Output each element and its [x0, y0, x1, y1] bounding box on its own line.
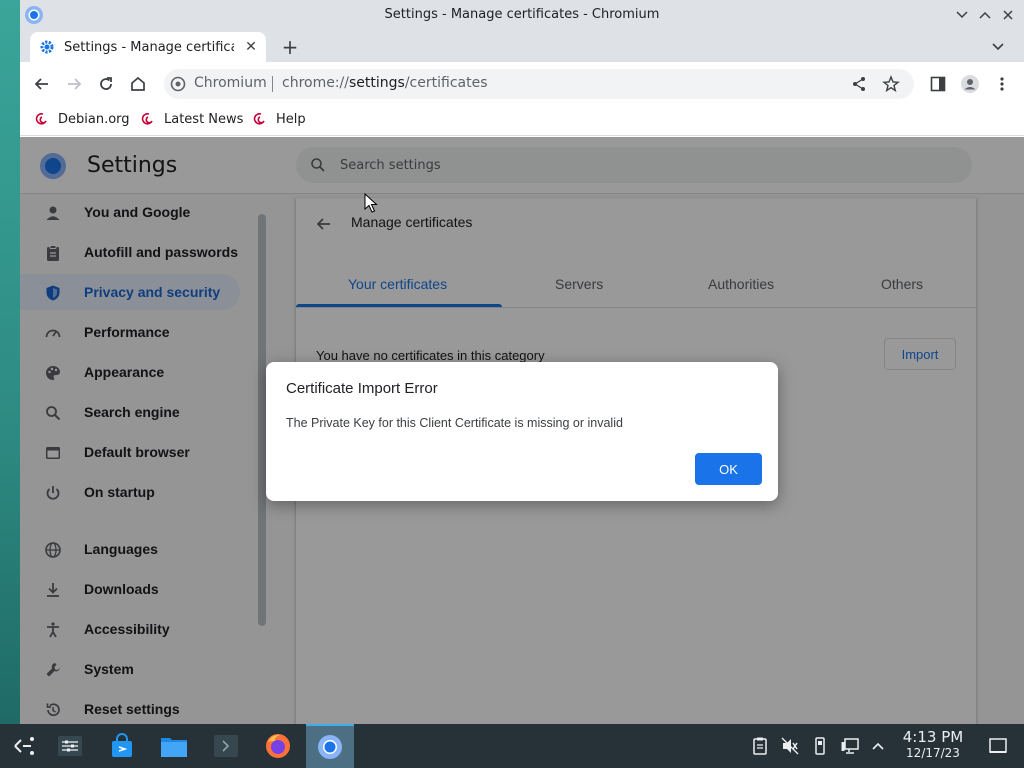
task-firefox[interactable] — [254, 724, 302, 768]
chevron-up-icon[interactable] — [868, 736, 888, 756]
clock-time: 4:13 PM — [902, 728, 964, 746]
application-launcher[interactable] — [0, 724, 48, 768]
reload-icon — [100, 77, 112, 90]
home-icon — [131, 76, 145, 91]
debian-swirl-icon — [35, 112, 47, 125]
reload-button[interactable] — [94, 72, 118, 96]
address-bar[interactable]: Chromium chrome://settings/certificates — [164, 69, 914, 99]
menu-button[interactable] — [990, 72, 1014, 96]
dialog-message: The Private Key for this Client Certific… — [286, 416, 623, 430]
close-icon — [1003, 10, 1013, 20]
task-discover[interactable] — [98, 724, 146, 768]
bookmark-label: Latest News — [164, 111, 244, 127]
firefox-icon — [266, 734, 290, 758]
url-scheme: chrome:// — [282, 75, 349, 91]
bookmark-star-icon[interactable] — [882, 75, 900, 93]
back-button[interactable] — [30, 72, 54, 96]
task-terminal[interactable] — [202, 724, 250, 768]
bookmark-label: Help — [276, 111, 306, 127]
site-chip: Chromium — [194, 75, 267, 91]
more-vert-icon — [1000, 77, 1004, 91]
tab-settings[interactable]: Settings - Manage certificate ✕ — [30, 32, 266, 62]
minimize-button[interactable] — [951, 4, 973, 26]
omnibox-separator — [272, 76, 273, 92]
side-panel-button[interactable] — [926, 72, 950, 96]
clock[interactable]: 4:13 PM 12/17/23 — [896, 728, 970, 760]
task-settings-manager[interactable] — [46, 724, 94, 768]
arrow-right-icon — [68, 78, 82, 90]
bookmarks-bar: Debian.org Latest News Help — [20, 106, 1024, 136]
window-title: Settings - Manage certificates - Chromiu… — [384, 7, 660, 22]
arrow-left-icon — [34, 78, 48, 90]
task-file-manager[interactable] — [150, 724, 198, 768]
debian-swirl-icon — [253, 112, 265, 125]
site-info-icon[interactable] — [170, 76, 186, 92]
url-host: settings — [349, 75, 405, 91]
tab-strip: Settings - Manage certificate ✕ + — [20, 30, 1024, 62]
launcher-icon — [14, 737, 34, 755]
ok-button[interactable]: OK — [695, 453, 762, 485]
close-window-button[interactable] — [997, 4, 1019, 26]
taskbar: 4:13 PM 12/17/23 — [0, 724, 1024, 768]
task-chromium[interactable] — [306, 724, 354, 768]
tab-search-chevron-icon[interactable] — [990, 38, 1006, 54]
profile-button[interactable] — [958, 72, 982, 96]
avatar-icon — [961, 75, 979, 93]
tab-title: Settings - Manage certificate — [64, 39, 234, 55]
volume-muted-icon[interactable] — [780, 736, 800, 756]
debian-swirl-icon — [141, 112, 153, 125]
gear-icon — [40, 40, 54, 54]
title-bar: Settings - Manage certificates - Chromiu… — [20, 0, 1024, 30]
dialog-title: Certificate Import Error — [286, 380, 438, 397]
bookmark-latest-news[interactable]: Latest News — [140, 111, 243, 127]
share-icon[interactable] — [850, 75, 868, 93]
chevron-up-icon — [979, 11, 991, 19]
forward-button[interactable] — [62, 72, 86, 96]
side-panel-icon — [930, 76, 946, 92]
sliders-icon — [58, 736, 82, 756]
terminal-icon — [214, 735, 238, 757]
show-desktop-icon[interactable] — [988, 736, 1008, 756]
chromium-icon — [318, 735, 342, 759]
new-tab-button[interactable]: + — [278, 36, 302, 60]
url-text: chrome://settings/certificates — [282, 75, 488, 91]
toolbar: Chromium chrome://settings/certificates — [20, 62, 1024, 106]
bookmark-label: Debian.org — [58, 111, 130, 127]
mouse-pointer-icon — [364, 193, 378, 213]
clock-date: 12/17/23 — [906, 746, 960, 760]
chevron-down-icon — [956, 11, 968, 19]
clipboard-tray-icon[interactable] — [750, 736, 770, 756]
desktop-background — [0, 0, 20, 724]
bookmark-debian[interactable]: Debian.org — [34, 111, 130, 127]
shopping-bag-icon — [112, 733, 132, 757]
home-button[interactable] — [126, 72, 150, 96]
url-path: /certificates — [404, 75, 488, 91]
maximize-button[interactable] — [974, 4, 996, 26]
folder-icon — [161, 738, 187, 757]
tab-close-icon[interactable]: ✕ — [244, 40, 258, 54]
certificate-import-error-dialog: Certificate Import Error The Private Key… — [266, 362, 778, 501]
removable-device-icon[interactable] — [810, 736, 830, 756]
bookmark-help[interactable]: Help — [252, 111, 306, 127]
network-icon[interactable] — [840, 736, 860, 756]
